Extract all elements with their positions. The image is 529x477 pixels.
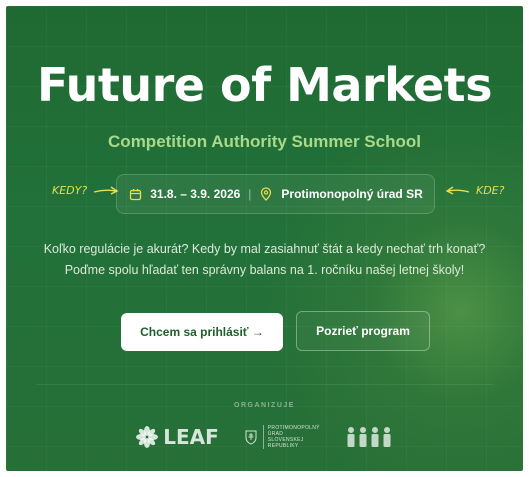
event-info-bar: 31.8. – 3.9. 2026 | Protimonopolný úrad … <box>116 174 435 214</box>
leaf-flower-icon <box>136 426 159 448</box>
info-separator: | <box>248 187 252 201</box>
arrow-left-icon <box>446 185 470 195</box>
when-label: KEDY? <box>52 184 88 197</box>
map-pin-icon <box>259 187 273 201</box>
when-annotation: KEDY? <box>52 184 119 197</box>
leaf-logo-text: LEAF <box>163 425 219 449</box>
organizers-label: ORGANIZUJE <box>234 402 295 409</box>
leaf-logo[interactable]: LEAF <box>135 425 219 449</box>
section-divider <box>36 384 493 385</box>
event-dates: 31.8. – 3.9. 2026 <box>150 187 241 201</box>
where-label: KDE? <box>476 184 505 197</box>
people-group-icon <box>347 427 391 447</box>
page-subtitle: Competition Authority Summer School <box>108 132 421 151</box>
organizer-logos: LEAF PROTIMONOPOLNÝ ÚRAD SLOVENSKEJ REPU… <box>6 422 523 452</box>
hero-card: Future of Markets Competition Authority … <box>6 6 523 471</box>
coat-of-arms-icon <box>245 430 257 445</box>
pmu-logo-text: PROTIMONOPOLNÝ ÚRAD SLOVENSKEJ REPUBLIKY <box>262 425 320 449</box>
people-logo[interactable] <box>346 426 394 448</box>
pmu-logo[interactable]: PROTIMONOPOLNÝ ÚRAD SLOVENSKEJ REPUBLIKY <box>245 425 320 449</box>
view-program-button[interactable]: Pozrieť program <box>296 311 430 351</box>
event-location: Protimonopolný úrad SR <box>281 187 423 201</box>
apply-button[interactable]: Chcem sa prihlásiť → <box>121 313 283 351</box>
calendar-icon <box>128 187 142 201</box>
where-annotation: KDE? <box>446 184 504 197</box>
page-title: Future of Markets <box>36 58 493 112</box>
event-description: Koľko regulácie je akurát? Kedy by mal z… <box>43 242 486 277</box>
